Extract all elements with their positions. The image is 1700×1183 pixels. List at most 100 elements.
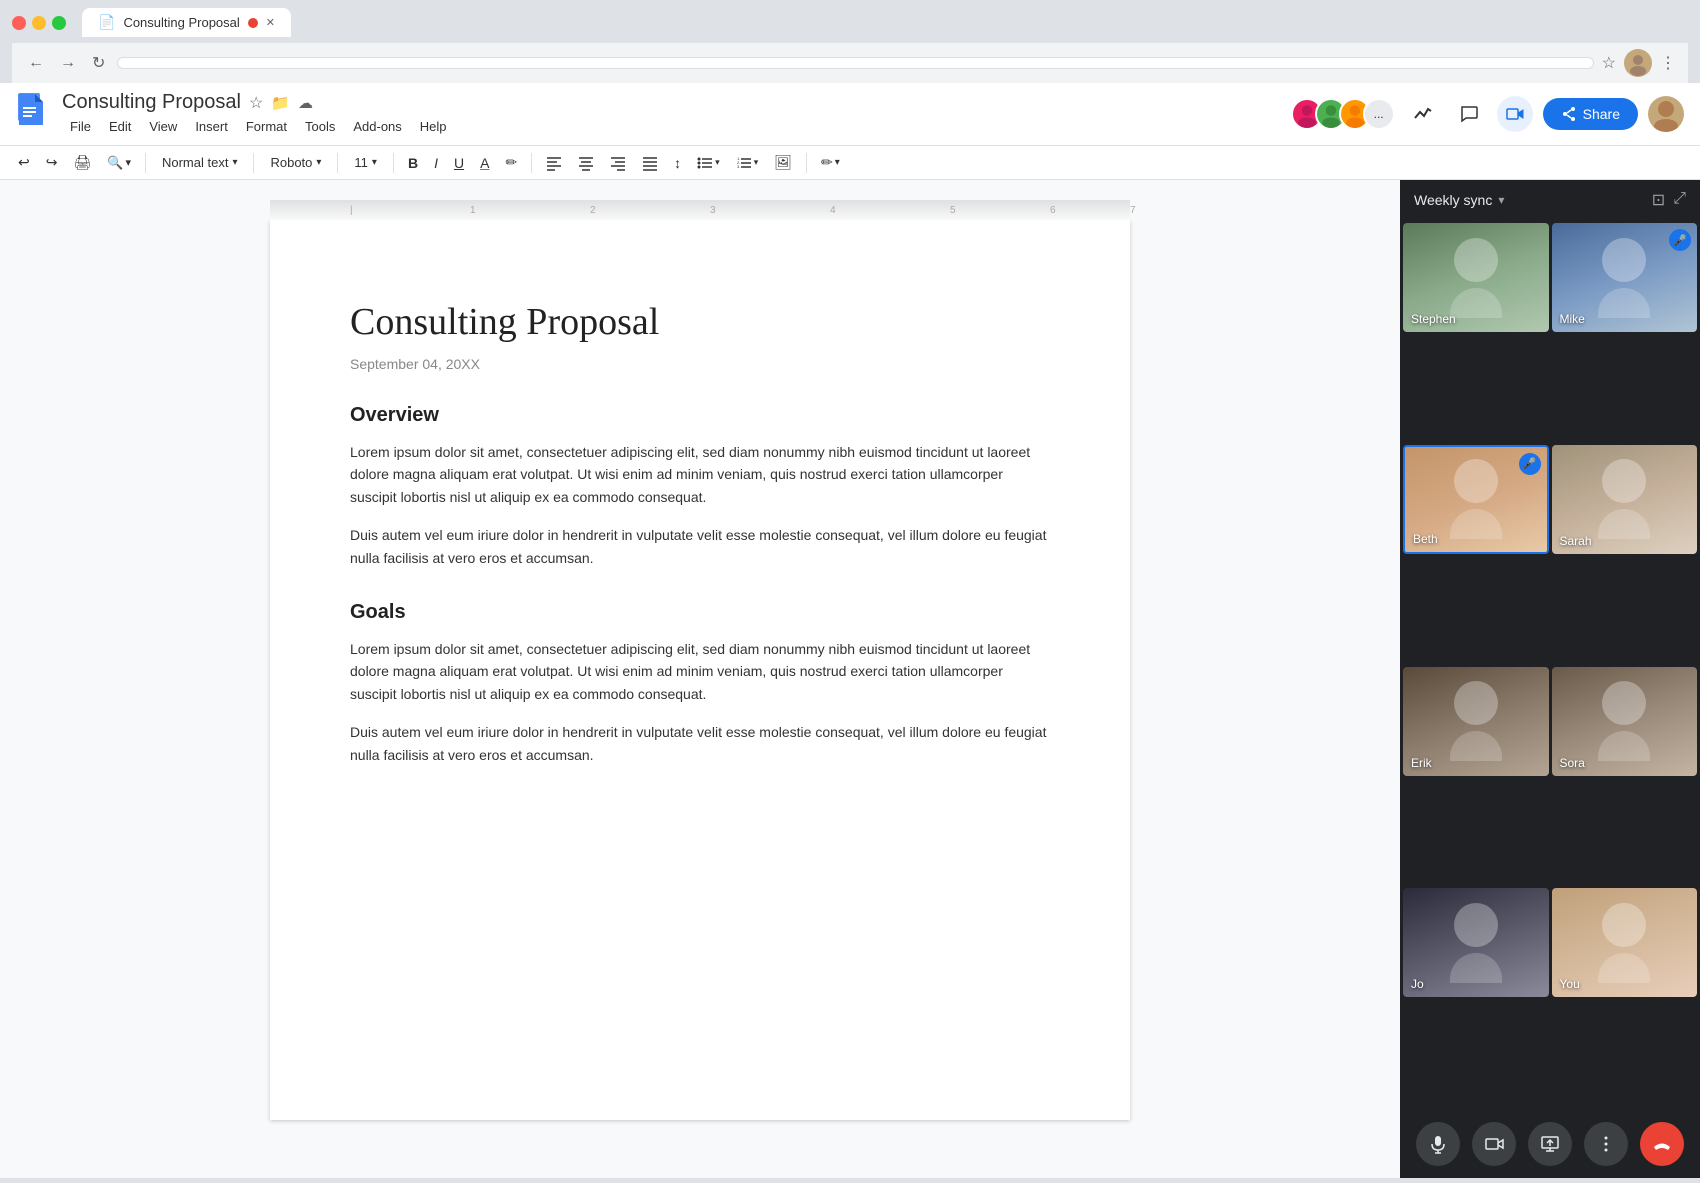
microphone-button[interactable] xyxy=(1416,1122,1460,1166)
font-color-button[interactable]: A xyxy=(474,151,495,175)
video-tile-stephen[interactable]: Stephen xyxy=(1403,223,1549,332)
tab-doc-icon: 📄 xyxy=(98,14,115,31)
minimize-window-button[interactable] xyxy=(32,16,46,30)
present-button[interactable] xyxy=(1528,1122,1572,1166)
doc-page[interactable]: Consulting Proposal September 04, 20XX O… xyxy=(270,220,1130,1120)
video-tile-sarah[interactable]: Sarah xyxy=(1552,445,1698,554)
video-tile-jo[interactable]: Jo xyxy=(1403,888,1549,997)
editing-mode-button[interactable]: ✏ ▾ xyxy=(815,150,846,175)
menu-insert[interactable]: Insert xyxy=(187,116,236,137)
justify-button[interactable] xyxy=(636,151,664,175)
tab-title: Consulting Proposal xyxy=(123,15,239,30)
doc-date: September 04, 20XX xyxy=(350,356,1050,372)
user-avatar[interactable] xyxy=(1648,96,1684,132)
end-call-button[interactable] xyxy=(1640,1122,1684,1166)
zoom-button[interactable]: 🔍 ▾ xyxy=(101,151,137,175)
video-tile-erik[interactable]: Erik xyxy=(1403,667,1549,776)
doc-overview-para-1: Lorem ipsum dolor sit amet, consectetuer… xyxy=(350,441,1050,508)
docs-logo-icon xyxy=(16,93,46,136)
doc-section-overview-heading: Overview xyxy=(350,404,1050,427)
maximize-window-button[interactable] xyxy=(52,16,66,30)
align-left-button[interactable] xyxy=(540,151,568,175)
print-button[interactable]: 🖨 xyxy=(67,150,97,175)
browser-user-avatar[interactable] xyxy=(1624,49,1652,77)
menu-format[interactable]: Format xyxy=(238,116,295,137)
forward-button[interactable]: → xyxy=(56,50,80,76)
tab-recording-indicator xyxy=(248,18,258,28)
size-dropdown-icon: ▾ xyxy=(372,157,377,168)
font-selector[interactable]: Roboto ▾ xyxy=(262,151,329,174)
document-area[interactable]: | 1 2 3 4 5 6 7 Consulting Proposal Sept… xyxy=(0,180,1400,1178)
insert-image-button[interactable]: 🖼 xyxy=(768,150,798,175)
collab-avatars: ... xyxy=(1291,98,1395,130)
highlight-button[interactable]: ✏ xyxy=(499,150,523,175)
share-button[interactable]: Share xyxy=(1543,98,1638,130)
meet-header-icons: ⊡ ⤢ xyxy=(1652,190,1686,210)
activity-icon-button[interactable] xyxy=(1405,96,1441,132)
traffic-lights xyxy=(12,16,66,30)
underline-button[interactable]: U xyxy=(448,151,470,175)
camera-button[interactable] xyxy=(1472,1122,1516,1166)
app-header: Consulting Proposal ☆ 📁 ☁ File Edit View… xyxy=(0,83,1700,146)
reload-button[interactable]: ↻ xyxy=(88,49,109,77)
italic-button[interactable]: I xyxy=(428,151,444,175)
browser-tab[interactable]: 📄 Consulting Proposal ✕ xyxy=(82,8,291,37)
video-tile-you[interactable]: You xyxy=(1552,888,1698,997)
nav-right-icons: ☆ ⋮ xyxy=(1602,49,1676,77)
close-window-button[interactable] xyxy=(12,16,26,30)
style-selector[interactable]: Normal text ▾ xyxy=(154,151,246,174)
more-options-button[interactable] xyxy=(1584,1122,1628,1166)
doc-title[interactable]: Consulting Proposal xyxy=(62,91,241,114)
tab-close-button[interactable]: ✕ xyxy=(266,16,275,29)
meet-sidebar-icon[interactable]: ⊡ xyxy=(1652,190,1665,210)
meet-chevron-icon[interactable]: ▾ xyxy=(1498,193,1504,207)
video-label-sora: Sora xyxy=(1560,756,1585,770)
align-right-button[interactable] xyxy=(604,151,632,175)
app-container: Consulting Proposal ☆ 📁 ☁ File Edit View… xyxy=(0,83,1700,1178)
toolbar: ↩ ↪ 🖨 🔍 ▾ Normal text ▾ Roboto ▾ 11 ▾ B … xyxy=(0,146,1700,180)
meet-external-icon[interactable]: ⤢ xyxy=(1673,190,1686,210)
menu-view[interactable]: View xyxy=(141,116,185,137)
menu-tools[interactable]: Tools xyxy=(297,116,343,137)
doc-goals-para-2: Duis autem vel eum iriure dolor in hendr… xyxy=(350,721,1050,766)
menu-edit[interactable]: Edit xyxy=(101,116,139,137)
bookmark-icon[interactable]: ☆ xyxy=(1602,53,1616,73)
toolbar-divider-5 xyxy=(531,153,532,173)
back-button[interactable]: ← xyxy=(24,50,48,76)
meet-icon-button[interactable] xyxy=(1497,96,1533,132)
align-center-button[interactable] xyxy=(572,151,600,175)
browser-menu-icon[interactable]: ⋮ xyxy=(1660,53,1676,73)
video-label-jo: Jo xyxy=(1411,977,1424,991)
browser-chrome: 📄 Consulting Proposal ✕ ← → ↻ ☆ ⋮ xyxy=(0,0,1700,83)
undo-button[interactable]: ↩ xyxy=(12,150,36,175)
toolbar-divider-2 xyxy=(253,153,254,173)
address-bar[interactable] xyxy=(117,57,1593,69)
menu-addons[interactable]: Add-ons xyxy=(345,116,409,137)
meet-header: Weekly sync ▾ ⊡ ⤢ xyxy=(1400,180,1700,220)
menu-file[interactable]: File xyxy=(62,116,99,137)
doc-overview-para-2: Duis autem vel eum iriure dolor in hendr… xyxy=(350,524,1050,569)
folder-icon[interactable]: 📁 xyxy=(271,94,290,112)
chat-icon-button[interactable] xyxy=(1451,96,1487,132)
video-tile-sora[interactable]: Sora xyxy=(1552,667,1698,776)
bullets-button[interactable]: ▾ xyxy=(691,151,726,175)
video-grid: Stephen 🎤 Mike 🎤 xyxy=(1400,220,1700,1110)
svg-text:3.: 3. xyxy=(737,164,740,169)
video-tile-beth[interactable]: 🎤 Beth xyxy=(1403,445,1549,554)
bold-button[interactable]: B xyxy=(402,151,424,175)
redo-button[interactable]: ↪ xyxy=(40,150,64,175)
toolbar-divider-6 xyxy=(806,153,807,173)
size-selector[interactable]: 11 ▾ xyxy=(346,151,385,174)
line-spacing-button[interactable]: ↕ xyxy=(668,151,687,175)
numbered-list-button[interactable]: 1.2.3. ▾ xyxy=(730,151,765,175)
video-tile-mike[interactable]: 🎤 Mike xyxy=(1552,223,1698,332)
font-dropdown-icon: ▾ xyxy=(316,157,321,168)
meet-title-area: Weekly sync ▾ xyxy=(1414,192,1504,208)
video-label-sarah: Sarah xyxy=(1560,534,1592,548)
star-icon[interactable]: ☆ xyxy=(249,93,263,113)
toolbar-divider-1 xyxy=(145,153,146,173)
toolbar-divider-3 xyxy=(337,153,338,173)
browser-nav-bar: ← → ↻ ☆ ⋮ xyxy=(12,43,1688,83)
video-label-beth: Beth xyxy=(1413,532,1438,546)
menu-help[interactable]: Help xyxy=(412,116,455,137)
